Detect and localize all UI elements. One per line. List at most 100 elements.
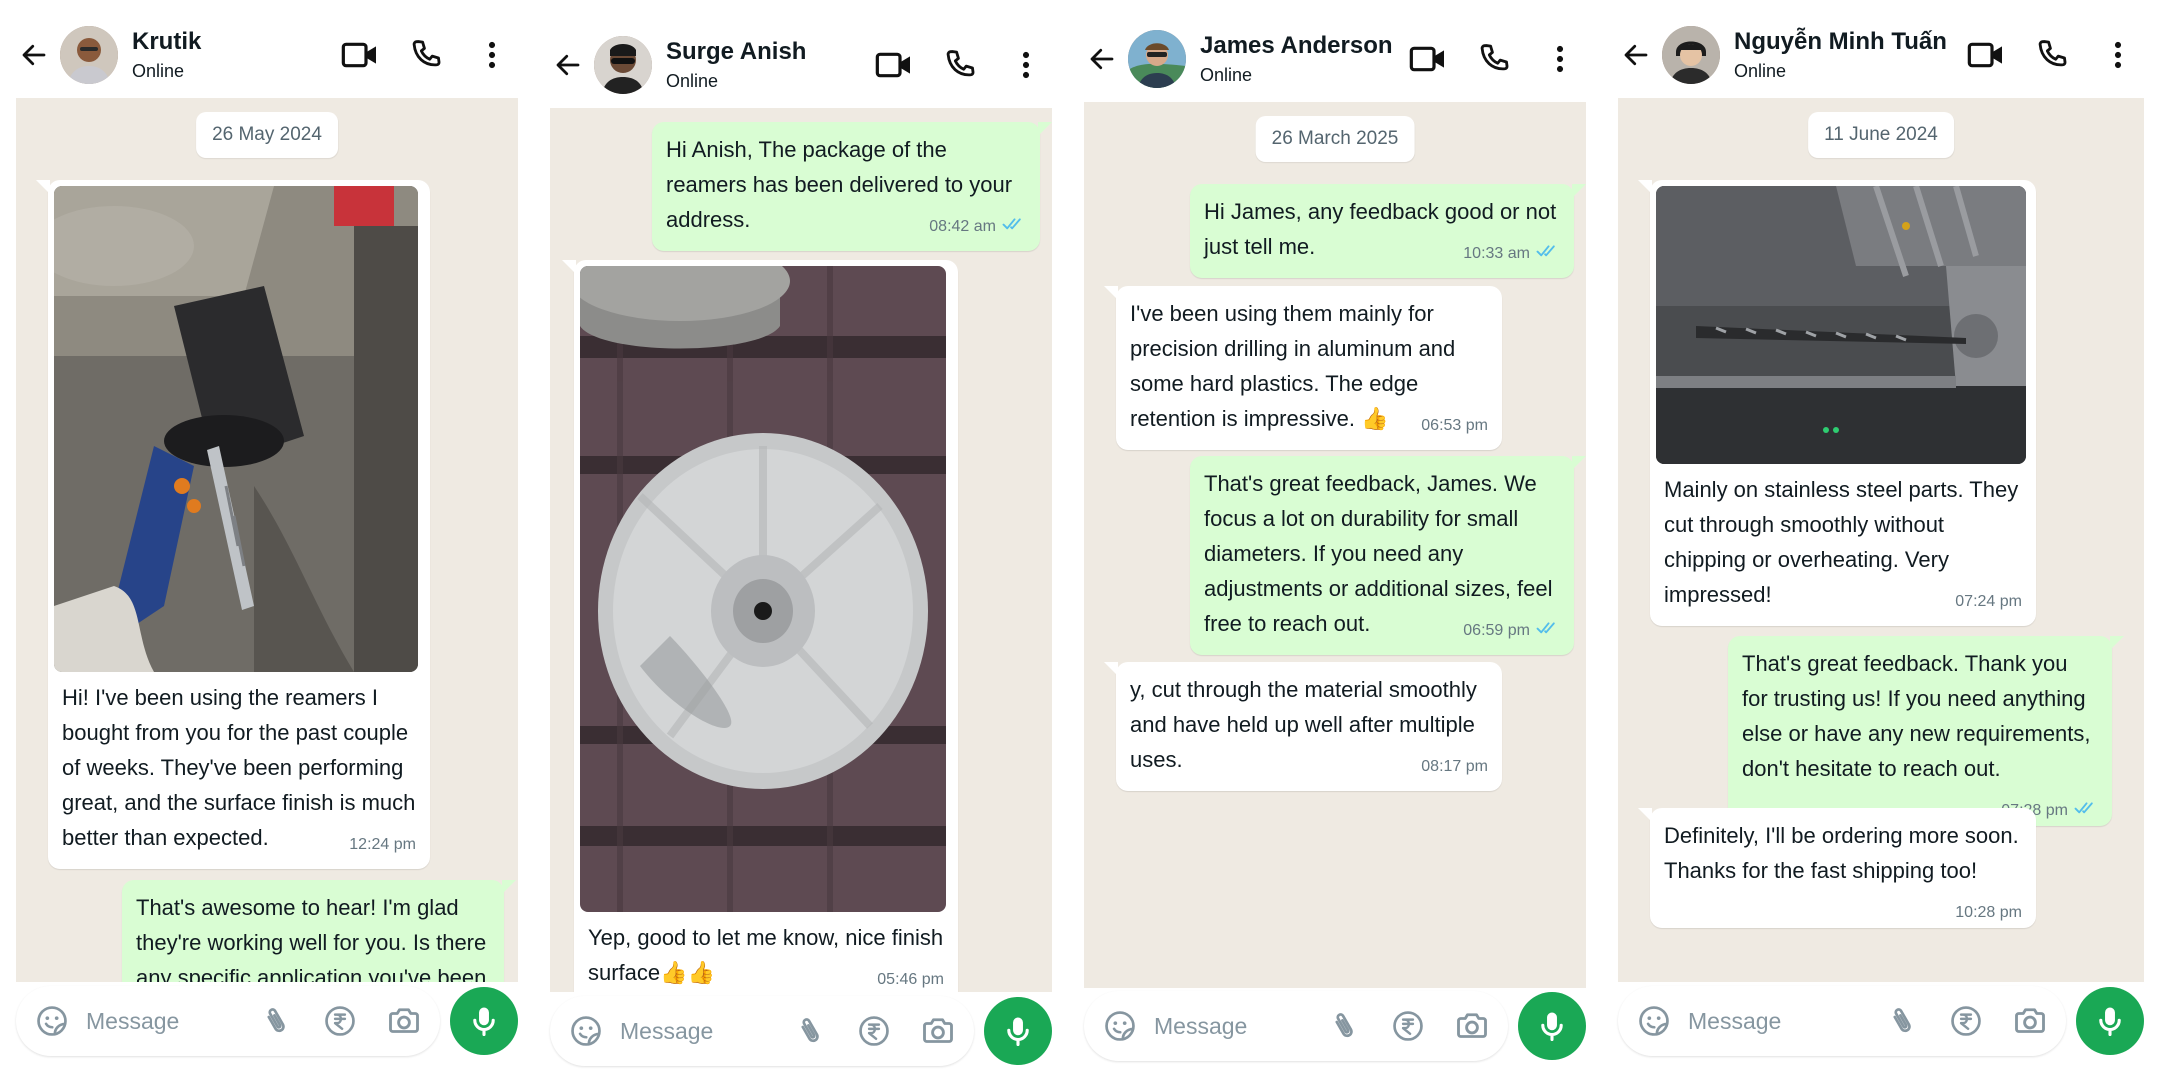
camera-icon[interactable] xyxy=(1450,1004,1494,1048)
contact-status: Online xyxy=(666,71,719,91)
message-time: 08:42 am xyxy=(929,216,1026,238)
chat-area[interactable]: 26 March 2025 Hi James, any feedback goo… xyxy=(1084,102,1586,988)
contact-name: Surge Anish xyxy=(666,38,807,65)
voice-call-icon[interactable] xyxy=(398,27,454,83)
mic-button[interactable] xyxy=(984,997,1052,1065)
message-time: 10:28 pm xyxy=(1955,904,2022,921)
camera-icon[interactable] xyxy=(2008,999,2052,1043)
more-options-icon[interactable] xyxy=(2090,27,2146,83)
message-incoming[interactable]: Mainly on stainless steel parts. They cu… xyxy=(1638,180,2036,626)
rupee-payment-icon[interactable] xyxy=(318,999,362,1043)
chat-area[interactable]: 26 May 2024 Hi! I've been using the ream… xyxy=(16,98,518,982)
message-input-bar[interactable]: Message xyxy=(16,986,440,1056)
message-text: Hi! I've been using the reamers I bought… xyxy=(62,685,416,850)
date-separator: 26 March 2025 xyxy=(1255,116,1415,162)
rupee-payment-icon[interactable] xyxy=(1944,999,1988,1043)
image-drill-bit-in-cnc-machine[interactable] xyxy=(1656,186,2026,464)
video-call-icon[interactable] xyxy=(332,27,388,83)
more-options-icon[interactable] xyxy=(998,37,1054,93)
composer: Message xyxy=(16,981,518,1061)
date-separator: 26 May 2024 xyxy=(196,112,338,158)
contact-info[interactable]: Krutik Online xyxy=(132,27,332,83)
chat-panel-james-anderson: James Anderson Online 26 March 2025 Hi J… xyxy=(1068,0,1602,1080)
image-reamer-in-lathe-chuck[interactable] xyxy=(54,186,418,672)
double-check-icon xyxy=(1536,620,1560,642)
message-outgoing[interactable]: Hi James, any feedback good or not just … xyxy=(1190,184,1586,278)
message-input-bar[interactable]: Message xyxy=(1084,991,1508,1061)
more-options-icon[interactable] xyxy=(1532,31,1588,87)
avatar[interactable] xyxy=(60,26,118,84)
back-arrow-icon[interactable] xyxy=(1080,37,1124,81)
chat-header: James Anderson Online xyxy=(1068,10,1602,108)
message-time: 10:33 am xyxy=(1463,243,1560,265)
back-arrow-icon[interactable] xyxy=(1614,33,1658,77)
message-text: Mainly on stainless steel parts. They cu… xyxy=(1664,477,2019,607)
chat-header: Krutik Online xyxy=(0,6,534,104)
mic-button[interactable] xyxy=(1518,992,1586,1060)
message-input[interactable]: Message xyxy=(86,1008,234,1035)
double-check-icon xyxy=(1002,216,1026,238)
avatar[interactable] xyxy=(1128,30,1186,88)
double-check-icon xyxy=(1536,243,1560,265)
rupee-payment-icon[interactable] xyxy=(1386,1004,1430,1048)
chat-panel-nguyen-minh-tuan: Nguyễn Minh Tuấn Online 11 June 2024 Mai… xyxy=(1602,0,2160,1080)
date-separator: 11 June 2024 xyxy=(1808,112,1954,158)
camera-icon[interactable] xyxy=(382,999,426,1043)
mic-button[interactable] xyxy=(2076,987,2144,1055)
message-incoming[interactable]: Hi! I've been using the reamers I bought… xyxy=(36,180,430,869)
composer: Message xyxy=(1618,981,2144,1061)
message-incoming[interactable]: I've been using them mainly for precisio… xyxy=(1104,286,1502,450)
message-input-bar[interactable]: Message xyxy=(550,996,974,1066)
attach-icon[interactable] xyxy=(1322,1004,1366,1048)
mic-button[interactable] xyxy=(450,987,518,1055)
camera-icon[interactable] xyxy=(916,1009,960,1053)
voice-call-icon[interactable] xyxy=(2024,27,2080,83)
avatar[interactable] xyxy=(1662,26,1720,84)
message-text: That's awesome to hear! I'm glad they're… xyxy=(136,895,487,982)
voice-call-icon[interactable] xyxy=(1466,31,1522,87)
message-incoming[interactable]: Definitely, I'll be ordering more soon. … xyxy=(1638,808,2036,928)
message-outgoing[interactable]: That's awesome to hear! I'm glad they're… xyxy=(122,880,516,982)
contact-status: Online xyxy=(1200,65,1253,85)
sticker-icon[interactable] xyxy=(1098,1004,1142,1048)
message-input[interactable]: Message xyxy=(1688,1008,1860,1035)
message-incoming[interactable]: Yep, good to let me know, nice finish su… xyxy=(562,260,958,992)
attach-icon[interactable] xyxy=(788,1009,832,1053)
chat-area[interactable]: Hi Anish, The package of the reamers has… xyxy=(550,108,1052,992)
sticker-icon[interactable] xyxy=(564,1009,608,1053)
avatar[interactable] xyxy=(594,36,652,94)
message-outgoing[interactable]: Hi Anish, The package of the reamers has… xyxy=(652,122,1052,251)
attach-icon[interactable] xyxy=(1880,999,1924,1043)
contact-info[interactable]: James Anderson Online xyxy=(1200,31,1400,87)
message-text: I've been using them mainly for precisio… xyxy=(1130,301,1456,431)
sticker-icon[interactable] xyxy=(30,999,74,1043)
contact-info[interactable]: Nguyễn Minh Tuấn Online xyxy=(1734,27,1958,83)
back-arrow-icon[interactable] xyxy=(546,43,590,87)
message-outgoing[interactable]: That's great feedback. Thank you for tru… xyxy=(1728,636,2124,827)
video-call-icon[interactable] xyxy=(1958,27,2014,83)
back-arrow-icon[interactable] xyxy=(12,33,56,77)
contact-info[interactable]: Surge Anish Online xyxy=(666,37,866,93)
message-input-bar[interactable]: Message xyxy=(1618,986,2066,1056)
composer: Message xyxy=(550,991,1052,1071)
message-input[interactable]: Message xyxy=(620,1018,768,1045)
rupee-payment-icon[interactable] xyxy=(852,1009,896,1053)
chat-panel-surge-anish: Surge Anish Online Hi Anish, The package… xyxy=(534,0,1068,1080)
video-call-icon[interactable] xyxy=(866,37,922,93)
message-time-value: 08:42 am xyxy=(929,218,996,236)
message-incoming[interactable]: y, cut through the material smoothly and… xyxy=(1104,662,1502,791)
contact-status: Online xyxy=(132,61,185,81)
image-machined-aluminum-disc[interactable] xyxy=(580,266,946,912)
chat-area[interactable]: 11 June 2024 Mainly on stainless steel p… xyxy=(1618,98,2144,982)
attach-icon[interactable] xyxy=(254,999,298,1043)
video-call-icon[interactable] xyxy=(1400,31,1456,87)
voice-call-icon[interactable] xyxy=(932,37,988,93)
message-text: Definitely, I'll be ordering more soon. … xyxy=(1664,823,2019,883)
more-options-icon[interactable] xyxy=(464,27,520,83)
composer: Message xyxy=(1084,986,1586,1066)
sticker-icon[interactable] xyxy=(1632,999,1676,1043)
message-time: 12:24 pm xyxy=(349,836,416,853)
message-time: 08:17 pm xyxy=(1421,758,1488,775)
message-input[interactable]: Message xyxy=(1154,1013,1302,1040)
message-outgoing[interactable]: That's great feedback, James. We focus a… xyxy=(1190,456,1586,655)
